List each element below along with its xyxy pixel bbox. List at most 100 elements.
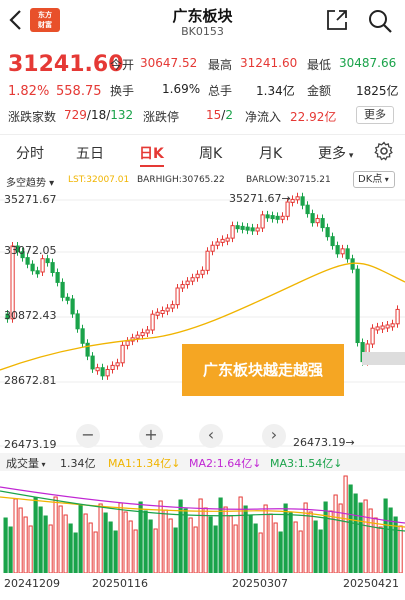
candle bbox=[190, 277, 195, 282]
zoom-out-button[interactable]: − bbox=[76, 424, 100, 448]
dropdown-arrow-icon: ▾ bbox=[46, 178, 55, 189]
dropdown-arrow-icon: ▾ bbox=[382, 175, 389, 184]
candle bbox=[200, 269, 205, 275]
open-label: 今开 bbox=[110, 58, 135, 72]
volume-bar bbox=[363, 499, 368, 573]
volume-bar bbox=[48, 524, 53, 573]
share-icon[interactable] bbox=[325, 8, 349, 32]
candle bbox=[60, 281, 65, 298]
volume-bar bbox=[173, 527, 178, 573]
ma2-value: MA2:1.64亿↓ bbox=[189, 457, 262, 470]
candle bbox=[110, 364, 115, 370]
tab-weekly-k[interactable]: 周K bbox=[199, 143, 222, 163]
tab-monthly-k[interactable]: 月K bbox=[259, 143, 282, 163]
candle bbox=[75, 313, 80, 330]
candle bbox=[50, 262, 55, 273]
candle bbox=[145, 329, 150, 334]
volume-bar bbox=[383, 498, 388, 573]
candle bbox=[25, 257, 30, 265]
volume-bar bbox=[58, 505, 63, 573]
more-button[interactable]: 更多 bbox=[356, 106, 394, 124]
volume-bar bbox=[378, 526, 383, 573]
candle bbox=[155, 311, 160, 316]
volume-bar bbox=[213, 525, 218, 573]
candle bbox=[325, 227, 330, 238]
high-value: 31241.60 bbox=[240, 56, 298, 70]
volume-bar bbox=[168, 518, 173, 573]
dk-selector[interactable]: DK点 ▾ bbox=[353, 171, 395, 188]
last-price: 31241.60 bbox=[8, 52, 124, 77]
volume-bar bbox=[228, 515, 233, 573]
scroll-right-button[interactable]: › bbox=[262, 424, 286, 448]
volume-bar bbox=[198, 498, 203, 573]
volume-bar bbox=[253, 523, 258, 573]
breadth-label: 涨跌家数 bbox=[8, 110, 57, 124]
candle bbox=[255, 227, 260, 232]
change-value: 558.75 bbox=[56, 84, 102, 99]
candle bbox=[35, 270, 40, 275]
volume-bar bbox=[73, 532, 78, 573]
lst-value: LST:32007.01 bbox=[68, 175, 130, 185]
volume-bar bbox=[78, 504, 83, 573]
volume-bar bbox=[68, 523, 73, 573]
candle bbox=[265, 214, 270, 219]
turnover-value: 1.69% bbox=[162, 82, 201, 96]
volume-bar bbox=[118, 502, 123, 573]
search-icon[interactable] bbox=[367, 8, 393, 34]
candle bbox=[220, 238, 225, 243]
tab-five-day[interactable]: 五日 bbox=[76, 143, 104, 163]
indicator-selector[interactable]: 多空趋势 ▾ bbox=[6, 174, 54, 189]
volume-bar bbox=[353, 493, 358, 573]
volume-bar bbox=[43, 515, 48, 573]
volume-bar bbox=[103, 512, 108, 573]
low-value: 30487.66 bbox=[339, 56, 397, 70]
scroll-left-button[interactable]: ‹ bbox=[199, 424, 223, 448]
candle bbox=[160, 310, 165, 314]
inflow-value: 22.92亿 bbox=[290, 110, 337, 124]
candle bbox=[315, 218, 320, 224]
kline-chart[interactable] bbox=[0, 190, 405, 453]
candle bbox=[120, 344, 125, 364]
candle bbox=[230, 225, 235, 239]
candle bbox=[335, 245, 340, 255]
tab-daily-k[interactable]: 日K bbox=[139, 143, 164, 163]
zoom-in-button[interactable]: + bbox=[139, 424, 163, 448]
candle bbox=[45, 258, 50, 264]
volume-bar bbox=[148, 519, 153, 573]
volume-bar bbox=[128, 520, 133, 573]
volume-selector[interactable]: 成交量 ▾ bbox=[6, 455, 46, 471]
candle bbox=[175, 287, 180, 306]
x-tick-2: 20250116 bbox=[92, 577, 148, 590]
candle bbox=[205, 250, 210, 271]
limit-count: 15/2 bbox=[206, 108, 233, 122]
back-arrow-icon[interactable] bbox=[6, 8, 26, 32]
x-tick-4: 20250421 bbox=[343, 577, 399, 590]
volume-bar bbox=[28, 525, 33, 573]
volume-bar bbox=[343, 475, 348, 573]
inflow-label: 净流入 bbox=[245, 110, 282, 124]
tab-more[interactable]: 更多 ▾ bbox=[318, 143, 353, 163]
candle bbox=[135, 334, 140, 339]
candle bbox=[375, 326, 380, 331]
y-tick-2: 33072.05 bbox=[4, 244, 57, 257]
volume-bar bbox=[388, 507, 393, 573]
candle bbox=[235, 225, 240, 230]
candle bbox=[40, 258, 45, 273]
volume-bar bbox=[98, 503, 103, 573]
volume-bar bbox=[308, 511, 313, 573]
volume-bar bbox=[153, 528, 158, 573]
volume-bar bbox=[208, 516, 213, 573]
gear-icon[interactable] bbox=[374, 141, 394, 161]
volume-bar bbox=[318, 529, 323, 573]
candle bbox=[150, 313, 155, 331]
candle bbox=[340, 248, 345, 255]
candle bbox=[115, 362, 120, 367]
volume-label: 总手 bbox=[208, 84, 233, 98]
low-label: 最低 bbox=[307, 58, 332, 72]
x-tick-3: 20250307 bbox=[232, 577, 288, 590]
candle bbox=[55, 272, 60, 283]
volume-bar bbox=[238, 496, 243, 573]
candle bbox=[355, 268, 360, 344]
promo-banner[interactable]: 广东板块越走越强 bbox=[182, 344, 344, 396]
tab-intraday[interactable]: 分时 bbox=[16, 143, 44, 163]
